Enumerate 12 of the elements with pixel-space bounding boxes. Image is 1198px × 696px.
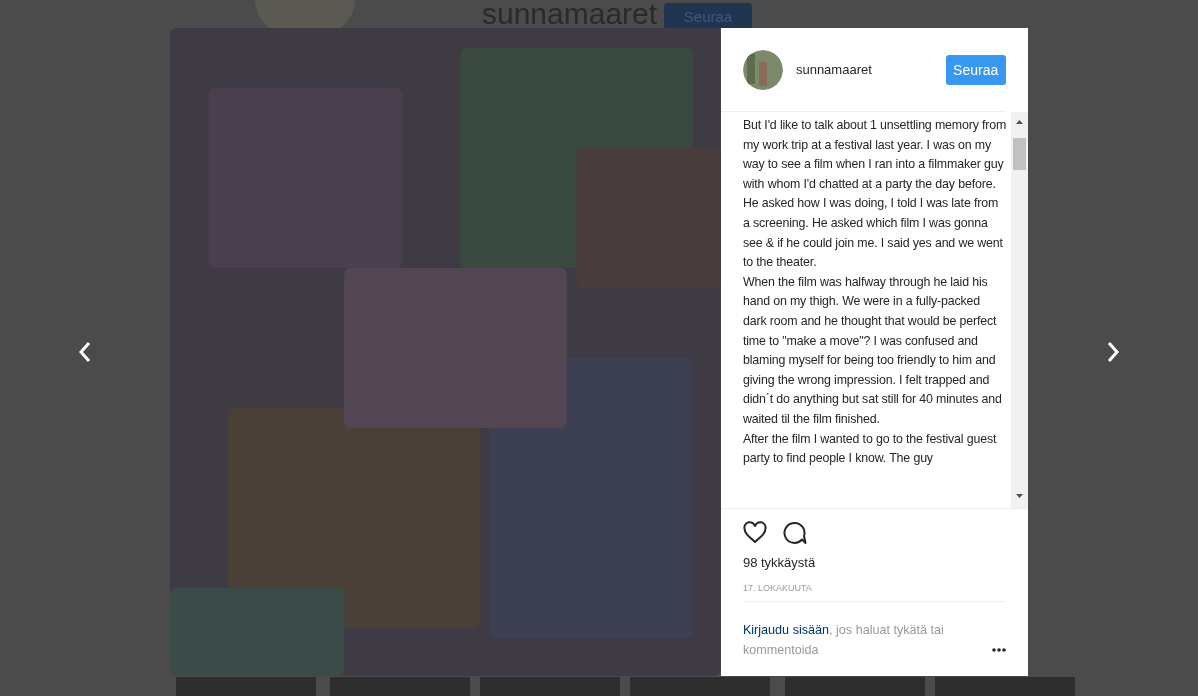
caption-paragraph: When the film was halfway through he laid his hand on my thigh. We were in a fully-packed dark room and he thought that would be perfect time to "make a move"? I was confused and blaming myself for being too friendly to him and giving the wrong impression. I felt trapped and didn´t do anything but sat still for 40 minutes and waited til the film finished.: [742, 273, 1003, 428]
login-prompt: Kirjaudu sisään, jos haluat tykätä tai kommentoida: [742, 622, 945, 659]
scrollbar[interactable]: [1010, 112, 1028, 508]
post-date: 17. LOKAKUUTA: [741, 582, 813, 593]
username[interactable]: sunnamaaret: [795, 62, 946, 77]
caption-paragraph: But I'd like to talk about 1 unsettling memory from my work trip at a festival last year. I was on my way to see a film when I ran into a filmmaker guy with whom I'd chatted at a party the day before. He asked how I was doing, I told I was late from a screening. He asked which film I was gonna see & if he could join me. I said yes and we went to the theater.: [742, 117, 1007, 272]
heart-icon[interactable]: [742, 521, 767, 545]
like-count: 98 tykkäystä: [741, 554, 817, 570]
more-options-icon[interactable]: [991, 648, 1006, 652]
caption-paragraph: After the film I wanted to go to the festival guest party to find people I know. The guy: [742, 430, 998, 468]
comment-icon[interactable]: [782, 521, 807, 545]
avatar[interactable]: [742, 49, 783, 90]
